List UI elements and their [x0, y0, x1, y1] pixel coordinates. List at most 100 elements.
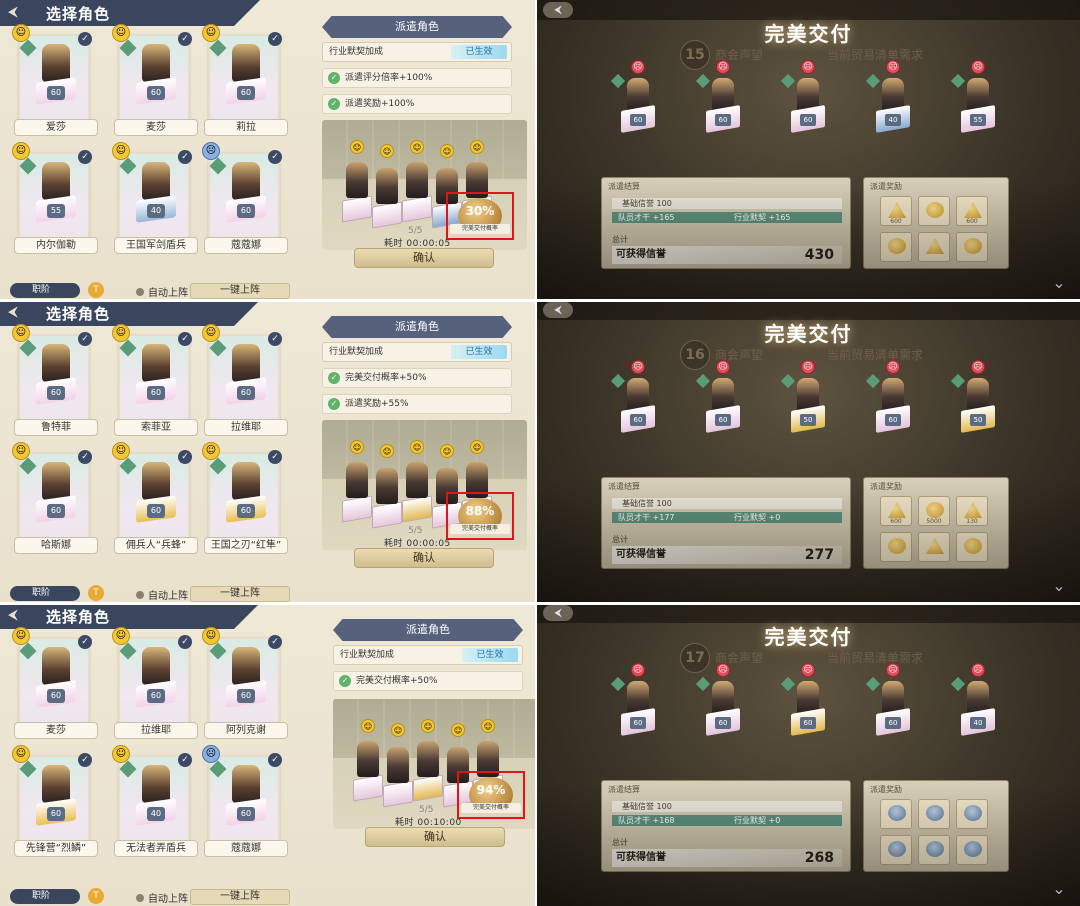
one-click-deploy-button[interactable]: 一键上阵	[190, 283, 290, 299]
level-badge: 60	[147, 504, 165, 518]
character-card[interactable]: ☺ ✓ 60 佣兵人“兵蜂”	[112, 442, 198, 554]
class-icon	[209, 339, 227, 357]
level-badge: 60	[47, 386, 65, 400]
class-icon	[19, 157, 37, 175]
character-card[interactable]: ☺ ✓ 60 索菲亚	[112, 324, 198, 436]
level-badge: 60	[237, 204, 255, 218]
confirm-button[interactable]: 确认	[365, 827, 505, 847]
character-name: 索菲亚	[114, 419, 198, 436]
class-icon	[19, 760, 37, 778]
hero-sprite	[232, 344, 260, 382]
delivery-result-panel: ⮜完美交付15商会声望当前贸易清单需求☹60☹60☹60☹40☹55派遣结算基础…	[537, 0, 1080, 300]
hero-sprite	[142, 647, 170, 685]
back-arrow-icon[interactable]: ⮜	[8, 304, 18, 320]
hero-sprite	[142, 162, 170, 200]
delivery-result-panel: ⮜完美交付17商会声望当前贸易清单需求☹60☹60☹60☹60☹40派遣结算基础…	[537, 603, 1080, 906]
character-card[interactable]: ☺ ✓ 60 鲁特菲	[12, 324, 98, 436]
character-name: 麦莎	[14, 722, 98, 739]
character-card[interactable]: ☺ ✓ 60 莉拉	[202, 24, 288, 136]
synergy-bonus-row[interactable]: 行业默契加成 已生效	[333, 645, 523, 665]
back-arrow-icon[interactable]: ⮜	[8, 607, 18, 623]
class-icon	[119, 157, 137, 175]
rank-icon[interactable]: T	[88, 585, 104, 601]
deploy-count: 5/5	[419, 805, 434, 815]
character-card[interactable]: ☺ ✓ 55 内尔伽勒	[12, 142, 98, 254]
strip-divider	[0, 602, 1080, 605]
character-card[interactable]: ☺ ✓ 60 哈斯娜	[12, 442, 98, 554]
deploy-pedestal	[342, 195, 372, 223]
check-icon: ✓	[268, 332, 282, 346]
one-click-deploy-button[interactable]: 一键上阵	[190, 586, 290, 602]
character-card[interactable]: ☺ ✓ 60 阿列克谢	[202, 627, 288, 739]
role-filter-button[interactable]: 职阶	[10, 889, 80, 904]
character-name: 爱莎	[14, 119, 98, 136]
buff-row: 派遣评分倍率+100%	[322, 68, 512, 88]
character-card[interactable]: ☺ ✓ 40 无法者弄盾兵	[112, 745, 198, 857]
level-badge: 60	[47, 807, 65, 821]
effective-badge: 已生效	[462, 648, 518, 662]
deploy-count: 5/5	[408, 226, 423, 236]
check-icon: ✓	[178, 753, 192, 767]
hero-sprite	[42, 162, 70, 200]
character-card[interactable]: ☺ ✓ 60 麦莎	[112, 24, 198, 136]
happy-face-icon: ☺	[380, 144, 394, 158]
character-card[interactable]: ☺ ✓ 40 王国军剑盾兵	[112, 142, 198, 254]
hero-sprite	[142, 344, 170, 382]
dispatch-header: 派遣角色	[322, 316, 512, 338]
page-title: 选择角色	[46, 305, 111, 323]
character-card[interactable]: ☺ ✓ 60 王国之刃“红隼”	[202, 442, 288, 554]
back-arrow-icon[interactable]: ⮜	[8, 4, 18, 20]
character-card[interactable]: ☺ ✓ 60 先锋营“烈鳞”	[12, 745, 98, 857]
bottom-toolbar: 职阶 T 自动上阵 一键上阵	[10, 585, 310, 602]
one-click-deploy-button[interactable]: 一键上阵	[190, 889, 290, 905]
character-select-panel: ⮜ 选择角色 ☺ ✓ 60 鲁特菲 ☺ ✓ 60 索菲亚 ☺ ✓ 60 拉维耶 ☺ ✓ 60 哈斯娜 ☺ ✓ 60 佣兵人…	[0, 300, 535, 603]
auto-deploy-toggle[interactable]: 自动上阵	[136, 284, 188, 299]
synergy-bonus-row[interactable]: 行业默契加成 已生效	[322, 42, 512, 62]
role-filter-button[interactable]: 职阶	[10, 586, 80, 601]
happy-face-icon: ☺	[391, 723, 405, 737]
check-icon: ✓	[268, 450, 282, 464]
level-badge: 60	[147, 86, 165, 100]
happy-face-icon: ☺	[440, 144, 454, 158]
character-name: 鲁特菲	[14, 419, 98, 436]
character-card[interactable]: ☹ ✓ 60 蔻蔻娜	[202, 745, 288, 857]
buff-row: 派遣奖励+100%	[322, 94, 512, 114]
synergy-bonus-label: 行业默契加成	[329, 47, 384, 57]
hero-sprite	[42, 765, 70, 803]
auto-deploy-toggle[interactable]: 自动上阵	[136, 890, 188, 905]
character-card[interactable]: ☺ ✓ 60 拉维耶	[112, 627, 198, 739]
check-icon: ✓	[78, 635, 92, 649]
class-icon	[119, 760, 137, 778]
deployed-hero-sprite	[387, 747, 409, 783]
happy-face-icon: ☺	[470, 140, 484, 154]
character-name: 哈斯娜	[14, 537, 98, 554]
character-card[interactable]: ☺ ✓ 60 麦莎	[12, 627, 98, 739]
deployed-hero-sprite	[376, 168, 398, 204]
deployed-hero-sprite	[417, 741, 439, 777]
deploy-pedestal	[372, 201, 402, 229]
character-name: 王国军剑盾兵	[114, 237, 198, 254]
class-icon	[19, 457, 37, 475]
strip-divider	[0, 299, 1080, 302]
character-card[interactable]: ☹ ✓ 60 蔻蔻娜	[202, 142, 288, 254]
synergy-bonus-row[interactable]: 行业默契加成 已生效	[322, 342, 512, 362]
role-filter-button[interactable]: 职阶	[10, 283, 80, 298]
character-card[interactable]: ☺ ✓ 60 爱莎	[12, 24, 98, 136]
deployed-hero-sprite	[346, 162, 368, 198]
level-badge: 40	[147, 204, 165, 218]
effective-badge: 已生效	[451, 345, 507, 359]
auto-deploy-toggle[interactable]: 自动上阵	[136, 587, 188, 602]
character-name: 无法者弄盾兵	[114, 840, 198, 857]
confirm-button[interactable]: 确认	[354, 248, 494, 268]
title-bar: ⮜ 选择角色	[0, 603, 260, 629]
hero-sprite	[232, 647, 260, 685]
happy-face-icon: ☺	[421, 719, 435, 733]
rank-icon[interactable]: T	[88, 888, 104, 904]
level-badge: 55	[47, 204, 65, 218]
character-name: 内尔伽勒	[14, 237, 98, 254]
deploy-pedestal	[353, 774, 383, 802]
rank-icon[interactable]: T	[88, 282, 104, 298]
probability-label: 完美交付概率	[450, 524, 510, 534]
confirm-button[interactable]: 确认	[354, 548, 494, 568]
character-card[interactable]: ☺ ✓ 60 拉维耶	[202, 324, 288, 436]
